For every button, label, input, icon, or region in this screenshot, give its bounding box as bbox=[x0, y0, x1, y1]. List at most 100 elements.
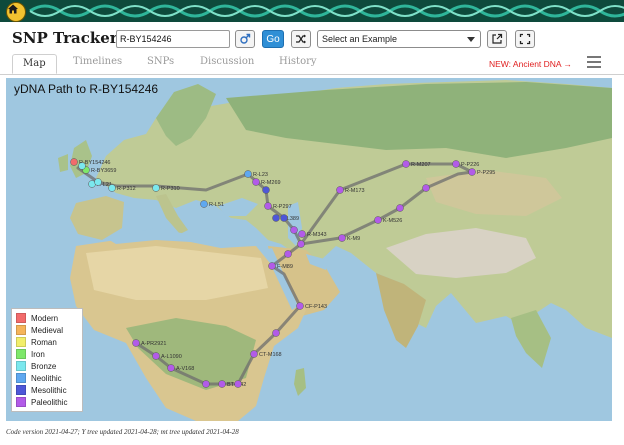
legend-swatch bbox=[16, 325, 26, 335]
node-ct-m168[interactable]: CT-M168 bbox=[250, 350, 282, 359]
svg-text:R-M173: R-M173 bbox=[345, 188, 365, 194]
svg-text:R-P310: R-P310 bbox=[161, 186, 180, 192]
node-r-m343[interactable]: R-M343 bbox=[298, 230, 327, 239]
node-r-by3659[interactable]: R-BY3659 bbox=[82, 166, 117, 175]
legend-item-modern: Modern bbox=[16, 312, 78, 324]
landmass-madagascar bbox=[294, 368, 306, 396]
node-unlabeled[interactable] bbox=[297, 240, 305, 248]
tab-timelines[interactable]: Timelines bbox=[73, 56, 122, 67]
node-a-l1090[interactable]: A-L1090 bbox=[152, 352, 182, 361]
external-link-icon bbox=[492, 33, 503, 44]
svg-text:R-L51: R-L51 bbox=[209, 202, 224, 208]
example-select[interactable]: Select an Example bbox=[317, 30, 481, 48]
map-view[interactable]: R-BY154246 R-BY3659 R-L21 R-P312 R-P310 … bbox=[6, 78, 612, 421]
chevron-down-icon bbox=[467, 37, 475, 42]
app-title: SNP Tracker bbox=[12, 29, 118, 47]
node-p-p295[interactable]: P-P295 bbox=[468, 168, 496, 177]
node-unlabeled[interactable] bbox=[202, 380, 210, 388]
home-icon bbox=[8, 4, 18, 14]
node-r-l51[interactable]: R-L51 bbox=[200, 200, 224, 209]
legend-item-paleolithic: Paleolithic bbox=[16, 396, 78, 408]
node-r-p312[interactable]: R-P312 bbox=[108, 184, 136, 193]
male-icon bbox=[240, 33, 251, 44]
top-banner bbox=[0, 0, 624, 22]
svg-text:K-M9: K-M9 bbox=[347, 236, 360, 242]
tab-snps[interactable]: SNPs bbox=[147, 56, 174, 67]
node-bt-m42[interactable]: BT-M42 bbox=[218, 380, 247, 389]
legend-swatch bbox=[16, 337, 26, 347]
svg-text:R-L23: R-L23 bbox=[253, 172, 268, 178]
svg-text:R-P297: R-P297 bbox=[273, 204, 292, 210]
node-unlabeled[interactable] bbox=[284, 250, 292, 258]
snp-search-input[interactable] bbox=[116, 30, 230, 48]
node-f-m89[interactable]: F-M89 bbox=[268, 262, 293, 271]
legend-item-roman: Roman bbox=[16, 336, 78, 348]
open-external-button[interactable] bbox=[487, 30, 507, 48]
node-k-m9[interactable]: K-M9 bbox=[338, 234, 361, 243]
shuffle-icon bbox=[296, 34, 306, 44]
ancient-dna-link[interactable]: NEW: Ancient DNA → bbox=[489, 59, 572, 69]
node-unlabeled[interactable] bbox=[94, 178, 102, 186]
tab-map[interactable]: Map bbox=[12, 54, 57, 74]
landmass-southeast-asia bbox=[511, 310, 551, 368]
node-unlabeled[interactable] bbox=[78, 162, 86, 170]
version-footer: Code version 2021-04-27; Y tree updated … bbox=[6, 428, 239, 436]
legend-swatch bbox=[16, 397, 26, 407]
tab-discussion[interactable]: Discussion bbox=[200, 56, 254, 67]
landmass-ireland bbox=[58, 154, 68, 172]
node-unlabeled[interactable] bbox=[396, 204, 404, 212]
node-a-v168[interactable]: A-V168 bbox=[167, 364, 195, 373]
svg-text:F-M89: F-M89 bbox=[277, 264, 293, 270]
legend-swatch bbox=[16, 349, 26, 359]
toolbar: SNP Tracker Go Select an Example bbox=[0, 26, 624, 52]
legend-swatch bbox=[16, 373, 26, 383]
node-r-p297[interactable]: R-P297 bbox=[264, 202, 292, 211]
node-unlabeled[interactable] bbox=[234, 380, 242, 388]
svg-text:R-P312: R-P312 bbox=[117, 186, 136, 192]
legend-item-bronze: Bronze bbox=[16, 360, 78, 372]
landmass-iberia bbox=[70, 196, 124, 240]
node-r-l23[interactable]: R-L23 bbox=[244, 170, 268, 179]
map-title: yDNA Path to R-BY154246 bbox=[14, 82, 159, 96]
svg-text:A-L1090: A-L1090 bbox=[161, 354, 182, 360]
node-unlabeled[interactable] bbox=[422, 184, 430, 192]
node-unlabeled[interactable] bbox=[280, 214, 288, 222]
node-k-m526[interactable]: K-M526 bbox=[374, 216, 403, 225]
example-select-value: Select an Example bbox=[322, 34, 398, 44]
legend-item-iron: Iron bbox=[16, 348, 78, 360]
male-toggle-button[interactable] bbox=[235, 30, 255, 48]
svg-text:R-BY3659: R-BY3659 bbox=[91, 168, 116, 174]
dna-helix-decoration bbox=[29, 4, 624, 18]
tab-history[interactable]: History bbox=[279, 56, 317, 67]
svg-text:R-M343: R-M343 bbox=[307, 232, 327, 238]
node-r-m207[interactable]: R-M207 bbox=[402, 160, 431, 169]
node-r-p310[interactable]: R-P310 bbox=[152, 184, 180, 193]
legend-swatch bbox=[16, 313, 26, 323]
node-r-m269[interactable]: R-M269 bbox=[252, 178, 281, 187]
node-unlabeled[interactable] bbox=[290, 226, 298, 234]
node-unlabeled[interactable] bbox=[262, 186, 270, 194]
hamburger-menu-icon[interactable] bbox=[587, 56, 601, 68]
node-p-p226[interactable]: P-P226 bbox=[452, 160, 480, 169]
node-r-m173[interactable]: R-M173 bbox=[336, 186, 365, 195]
legend-swatch bbox=[16, 361, 26, 371]
fullscreen-button[interactable] bbox=[515, 30, 535, 48]
svg-text:P-P295: P-P295 bbox=[477, 170, 495, 176]
legend-item-mesolithic: Mesolithic bbox=[16, 384, 78, 396]
svg-text:R-M269: R-M269 bbox=[261, 180, 281, 186]
node-unlabeled[interactable] bbox=[272, 329, 280, 337]
legend-swatch bbox=[16, 385, 26, 395]
svg-text:A-PR2921: A-PR2921 bbox=[141, 341, 166, 347]
legend-item-medieval: Medieval bbox=[16, 324, 78, 336]
svg-text:K-M526: K-M526 bbox=[383, 218, 402, 224]
fullscreen-icon bbox=[519, 33, 531, 45]
node-a-pr2921[interactable]: A-PR2921 bbox=[132, 339, 167, 348]
svg-text:R-M207: R-M207 bbox=[411, 162, 431, 168]
go-button[interactable]: Go bbox=[262, 30, 284, 48]
svg-text:A-V168: A-V168 bbox=[176, 366, 194, 372]
home-button[interactable] bbox=[6, 2, 26, 22]
period-legend: Modern Medieval Roman Iron Bronze Neolit… bbox=[11, 308, 83, 412]
map-canvas: R-BY154246 R-BY3659 R-L21 R-P312 R-P310 … bbox=[58, 80, 612, 421]
node-cf-p143[interactable]: CF-P143 bbox=[296, 302, 328, 311]
shuffle-button[interactable] bbox=[291, 30, 311, 48]
